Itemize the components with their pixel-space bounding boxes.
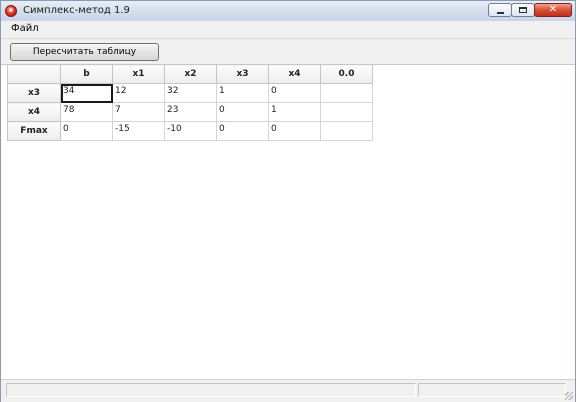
table-cell[interactable] bbox=[320, 83, 373, 103]
close-icon: ✕ bbox=[548, 4, 558, 15]
table-cell[interactable]: 1 bbox=[268, 102, 321, 122]
column-header[interactable]: x1 bbox=[112, 64, 165, 84]
table-cell[interactable]: -15 bbox=[112, 121, 165, 141]
maximize-icon bbox=[519, 7, 527, 13]
table-row: Fmax 0 -15 -10 0 0 bbox=[7, 121, 373, 141]
app-icon bbox=[5, 5, 17, 17]
table-cell[interactable]: 78 bbox=[60, 102, 113, 122]
menu-file[interactable]: Файл bbox=[11, 23, 39, 34]
column-header[interactable]: x3 bbox=[216, 64, 269, 84]
table-cell[interactable]: 34 bbox=[60, 83, 113, 103]
table-row: x4 78 7 23 0 1 bbox=[7, 102, 373, 122]
table-cell[interactable] bbox=[320, 102, 373, 122]
status-pane-main bbox=[6, 383, 416, 397]
table-row: x3 34 12 32 1 0 bbox=[7, 83, 373, 103]
corner-cell bbox=[7, 64, 61, 84]
row-header[interactable]: Fmax bbox=[7, 121, 61, 141]
close-button[interactable]: ✕ bbox=[534, 3, 572, 17]
table-cell[interactable] bbox=[320, 121, 373, 141]
status-pane-secondary bbox=[418, 383, 566, 397]
maximize-button[interactable] bbox=[511, 3, 535, 17]
minimize-icon bbox=[497, 12, 504, 14]
table-cell[interactable]: 12 bbox=[112, 83, 165, 103]
table-cell[interactable]: 0 bbox=[216, 102, 269, 122]
row-header[interactable]: x4 bbox=[7, 102, 61, 122]
table-cell[interactable]: 32 bbox=[164, 83, 217, 103]
row-header[interactable]: x3 bbox=[7, 83, 61, 103]
column-header[interactable]: 0.0 bbox=[320, 64, 373, 84]
table-cell[interactable]: 0 bbox=[216, 121, 269, 141]
table-cell[interactable]: 1 bbox=[216, 83, 269, 103]
menu-bar: Файл bbox=[1, 21, 575, 39]
title-bar[interactable]: Симплекс-метод 1.9 ✕ bbox=[1, 1, 575, 21]
status-bar bbox=[1, 379, 575, 402]
column-header[interactable]: b bbox=[60, 64, 113, 84]
table-cell[interactable]: 23 bbox=[164, 102, 217, 122]
recalculate-table-button[interactable]: Пересчитать таблицу bbox=[10, 43, 159, 61]
table-cell[interactable]: 0 bbox=[268, 83, 321, 103]
column-header[interactable]: x2 bbox=[164, 64, 217, 84]
table-header-row: b x1 x2 x3 x4 0.0 bbox=[7, 64, 373, 84]
window-title: Симплекс-метод 1.9 bbox=[23, 5, 130, 16]
table-cell[interactable]: 0 bbox=[60, 121, 113, 141]
table-cell[interactable]: 0 bbox=[268, 121, 321, 141]
column-header[interactable]: x4 bbox=[268, 64, 321, 84]
simplex-table: b x1 x2 x3 x4 0.0 x3 34 12 32 1 0 x4 78 … bbox=[7, 64, 373, 141]
resize-grip-icon[interactable] bbox=[565, 392, 573, 400]
main-window: Симплекс-метод 1.9 ✕ Файл Пересчитать та… bbox=[0, 0, 576, 402]
minimize-button[interactable] bbox=[488, 3, 512, 17]
table-cell[interactable]: -10 bbox=[164, 121, 217, 141]
toolbar: Пересчитать таблицу bbox=[1, 39, 575, 65]
table-cell[interactable]: 7 bbox=[112, 102, 165, 122]
